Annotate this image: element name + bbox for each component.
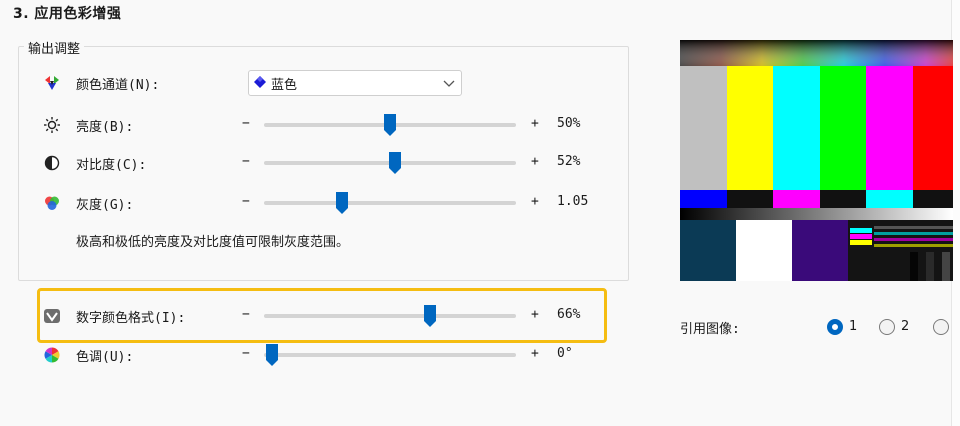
digital-color-label: 数字颜色格式(I): <box>76 311 186 326</box>
hue-decrease[interactable]: − <box>242 346 250 361</box>
contrast-thumb[interactable] <box>388 151 402 175</box>
color-channel-icon <box>43 74 61 92</box>
reference-image-label: 引用图像: <box>680 322 740 337</box>
digital-color-increase[interactable]: + <box>531 307 539 322</box>
brightness-label: 亮度(B): <box>76 120 134 135</box>
brightness-row: 亮度(B): − + 50% <box>40 113 600 137</box>
radio-circle <box>827 319 843 335</box>
hue-icon <box>43 346 61 364</box>
contrast-value: 52% <box>557 154 581 169</box>
reference-radio-1-label: 1 <box>849 319 858 334</box>
hue-value: 0° <box>557 346 573 361</box>
digital-color-value: 66% <box>557 307 581 322</box>
brightness-value: 50% <box>557 116 581 131</box>
digital-color-icon <box>43 307 61 325</box>
gamma-value: 1.05 <box>557 194 589 209</box>
gamma-icon <box>43 194 61 212</box>
brightness-slider[interactable] <box>264 114 516 136</box>
hue-thumb[interactable] <box>265 343 279 367</box>
blue-channel-icon <box>254 76 266 88</box>
contrast-icon <box>43 154 61 172</box>
gamma-thumb[interactable] <box>335 191 349 215</box>
color-channel-dropdown[interactable]: 蓝色 <box>248 70 462 96</box>
chevron-down-icon <box>443 77 455 87</box>
hue-slider[interactable] <box>264 344 516 366</box>
brightness-icon <box>43 116 61 134</box>
gamma-increase[interactable]: + <box>531 194 539 209</box>
gamma-decrease[interactable]: − <box>242 194 250 209</box>
section-title: 3. 应用色彩增强 <box>13 6 122 22</box>
digital-color-decrease[interactable]: − <box>242 307 250 322</box>
gamma-slider[interactable] <box>264 192 516 214</box>
contrast-increase[interactable]: + <box>531 154 539 169</box>
color-bars-preview <box>680 40 953 281</box>
contrast-label: 对比度(C): <box>76 158 147 173</box>
hue-row: 色调(U): − + 0° <box>40 343 600 367</box>
radio-circle <box>879 319 895 335</box>
group-legend: 输出调整 <box>24 38 85 57</box>
hue-label: 色调(U): <box>76 350 134 365</box>
digital-color-slider[interactable] <box>264 305 516 327</box>
digital-color-thumb[interactable] <box>423 304 437 328</box>
contrast-row: 对比度(C): − + 52% <box>40 151 600 175</box>
brightness-thumb[interactable] <box>383 113 397 137</box>
color-channel-label: 颜色通道(N): <box>76 78 160 93</box>
gamma-label: 灰度(G): <box>76 198 134 213</box>
range-note: 极高和极低的亮度及对比度值可限制灰度范围。 <box>76 235 350 250</box>
radio-circle <box>933 319 949 335</box>
reference-radio-2-label: 2 <box>901 319 910 334</box>
color-channel-value: 蓝色 <box>271 78 298 93</box>
contrast-slider[interactable] <box>264 152 516 174</box>
digital-color-row: 数字颜色格式(I): − + 66% <box>40 304 600 328</box>
hue-increase[interactable]: + <box>531 346 539 361</box>
brightness-decrease[interactable]: − <box>242 116 250 131</box>
contrast-decrease[interactable]: − <box>242 154 250 169</box>
gamma-row: 灰度(G): − + 1.05 <box>40 191 600 215</box>
brightness-increase[interactable]: + <box>531 116 539 131</box>
